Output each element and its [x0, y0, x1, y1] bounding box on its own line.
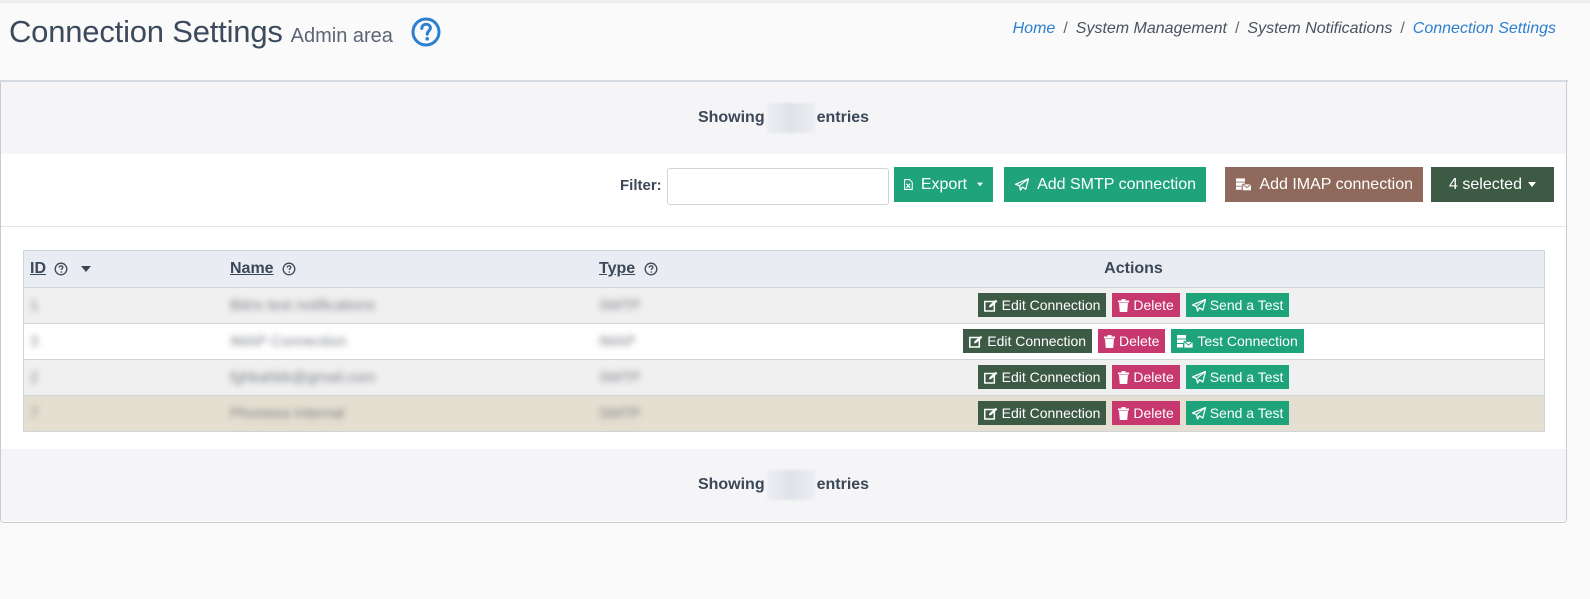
- send-test-button[interactable]: Send a Test: [1185, 365, 1290, 389]
- paper-plane-icon: [1191, 370, 1206, 384]
- page-title: Connection Settings: [9, 14, 283, 49]
- column-header-actions: Actions: [1104, 259, 1163, 277]
- trash-icon: [1118, 370, 1130, 384]
- cell-name: Phoneea Internal: [230, 404, 345, 422]
- trash-icon: [1118, 406, 1130, 420]
- entries-prefix: Showing: [697, 476, 765, 493]
- column-header-id[interactable]: ID: [24, 251, 224, 287]
- help-circle-icon[interactable]: [644, 262, 658, 276]
- trash-icon: [1118, 298, 1130, 312]
- table-row: 7 Phoneea Internal SMTP Edit Connection …: [24, 395, 1544, 431]
- delete-button[interactable]: Delete: [1112, 365, 1180, 389]
- cell-name: fghkahbb@gmail.com: [230, 368, 376, 386]
- selected-columns-dropdown[interactable]: 4 selected: [1431, 167, 1554, 202]
- delete-button[interactable]: Delete: [1112, 293, 1180, 317]
- delete-button[interactable]: Delete: [1097, 329, 1166, 353]
- server-mail-icon: [1236, 178, 1252, 191]
- page-subtitle: Admin area: [290, 25, 393, 47]
- cell-type: SMTP: [599, 404, 641, 422]
- add-imap-connection-button[interactable]: Add IMAP connection: [1225, 167, 1423, 202]
- edit-connection-button[interactable]: Edit Connection: [977, 365, 1107, 389]
- column-name-label[interactable]: Name: [230, 260, 274, 277]
- cell-id: 2: [30, 368, 39, 386]
- entries-count-redacted: [766, 103, 815, 133]
- entries-prefix: Showing: [697, 109, 765, 126]
- connections-table: ID Name Type Actions 1 Bitrix test notif…: [23, 250, 1545, 432]
- cell-type: SMTP: [599, 368, 641, 386]
- cell-actions: Edit Connection Delete Send a Test: [723, 395, 1544, 431]
- test-connection-button[interactable]: Test Connection: [1171, 329, 1304, 353]
- cell-type: SMTP: [599, 296, 641, 314]
- paper-plane-icon: [1191, 298, 1206, 312]
- send-test-button[interactable]: Send a Test: [1185, 293, 1290, 317]
- entries-info-bottom: Showing entries: [1, 449, 1566, 521]
- connections-card: Showing entries Filter: ID Name Type Act…: [0, 82, 1567, 523]
- trash-icon: [1103, 334, 1115, 348]
- delete-button[interactable]: Delete: [1112, 401, 1180, 426]
- edit-connection-button[interactable]: Edit Connection: [977, 401, 1107, 426]
- breadcrumb-system-management[interactable]: System Management: [1076, 20, 1227, 37]
- top-border: [0, 0, 1590, 3]
- caret-down-icon: [977, 182, 983, 187]
- breadcrumb-home[interactable]: Home: [1013, 20, 1056, 37]
- filter-label: Filter:: [620, 177, 662, 194]
- cell-name: Bitrix test notifications: [230, 296, 376, 314]
- table-row: 1 Bitrix test notifications SMTP Edit Co…: [24, 287, 1544, 323]
- help-circle-icon[interactable]: [282, 262, 296, 276]
- sort-desc-icon[interactable]: [80, 265, 91, 272]
- cell-name: IMAP Connection: [230, 332, 347, 350]
- column-type-label[interactable]: Type: [599, 260, 635, 277]
- column-header-name[interactable]: Name: [224, 251, 593, 287]
- breadcrumb-current[interactable]: Connection Settings: [1413, 20, 1556, 37]
- entries-info-top: Showing entries: [1, 82, 1566, 154]
- cell-type: IMAP: [599, 332, 636, 350]
- edit-connection-button[interactable]: Edit Connection: [977, 293, 1107, 317]
- paper-plane-icon: [1191, 406, 1206, 420]
- edit-connection-button[interactable]: Edit Connection: [963, 329, 1093, 353]
- edit-icon: [969, 335, 983, 348]
- entries-count-redacted: [766, 470, 815, 500]
- table-header-row: ID Name Type Actions: [24, 251, 1544, 287]
- cell-id: 3: [30, 332, 39, 350]
- breadcrumb: Home / System Management / System Notificati…: [1012, 20, 1556, 37]
- help-icon[interactable]: [411, 17, 441, 47]
- help-circle-icon[interactable]: [54, 262, 68, 276]
- server-mail-icon: [1177, 334, 1194, 348]
- entries-suffix: entries: [816, 476, 870, 493]
- column-id-label[interactable]: ID: [30, 260, 46, 277]
- add-smtp-connection-button[interactable]: Add SMTP connection: [1004, 167, 1206, 202]
- export-button[interactable]: Export: [894, 167, 993, 202]
- file-excel-icon: [904, 179, 913, 190]
- cell-actions: Edit Connection Delete Send a Test: [723, 287, 1544, 323]
- entries-suffix: entries: [816, 109, 870, 126]
- send-test-button[interactable]: Send a Test: [1185, 401, 1290, 426]
- page-title-block: Connection Settings Admin area: [9, 14, 393, 50]
- table-row: 3 IMAP Connection IMAP Edit Connection D…: [24, 323, 1544, 359]
- cell-actions: Edit Connection Delete Send a Test: [723, 359, 1544, 395]
- column-header-type[interactable]: Type: [593, 251, 723, 287]
- edit-icon: [983, 407, 998, 420]
- breadcrumb-system-notifications[interactable]: System Notifications: [1247, 20, 1392, 37]
- edit-icon: [983, 371, 998, 384]
- caret-down-icon: [1527, 182, 1536, 187]
- cell-actions: Edit Connection Delete Test Connection: [723, 323, 1544, 359]
- cell-id: 7: [30, 404, 39, 422]
- filter-input[interactable]: [667, 168, 889, 205]
- table-row: 2 fghkahbb@gmail.com SMTP Edit Connectio…: [24, 359, 1544, 395]
- edit-icon: [983, 299, 998, 312]
- cell-id: 1: [30, 296, 39, 314]
- paper-plane-icon: [1015, 178, 1030, 191]
